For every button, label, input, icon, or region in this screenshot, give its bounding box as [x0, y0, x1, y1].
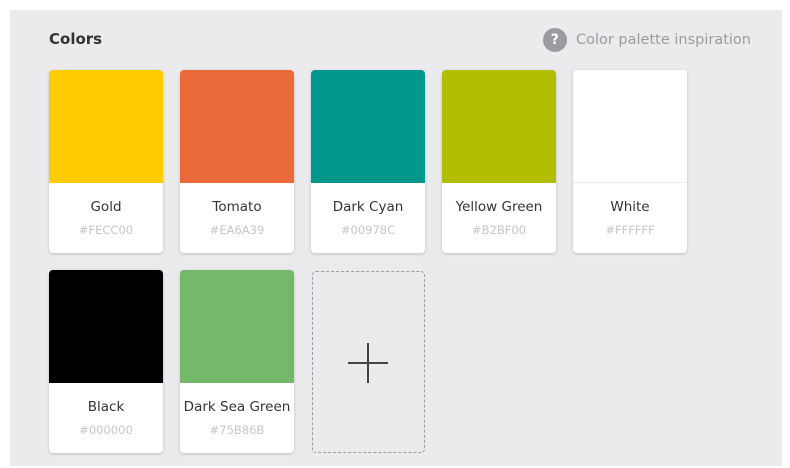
color-name: Gold [90, 199, 122, 215]
color-swatch [311, 70, 425, 183]
add-color-button[interactable] [312, 271, 425, 453]
color-hex: #FFFFFF [605, 223, 655, 237]
section-title: Colors [49, 30, 103, 48]
inspiration-label: Color palette inspiration [575, 32, 751, 48]
plus-icon [348, 343, 388, 383]
color-card-dark-cyan[interactable]: Dark Cyan #00978C [311, 70, 425, 253]
color-hex: #75B86B [209, 423, 265, 437]
color-name: Dark Sea Green [183, 399, 291, 415]
color-swatch [180, 70, 294, 183]
color-card-yellow-green[interactable]: Yellow Green #B2BF00 [442, 70, 556, 253]
color-hex: #B2BF00 [472, 223, 526, 237]
color-swatch [49, 70, 163, 183]
color-name: Yellow Green [455, 199, 543, 215]
color-card-dark-sea-green[interactable]: Dark Sea Green #75B86B [180, 270, 294, 453]
color-hex: #FECC00 [78, 223, 134, 237]
color-palette-inspiration-link[interactable]: ? Color palette inspiration [542, 28, 751, 52]
color-swatch [180, 270, 294, 383]
color-swatch [573, 70, 687, 183]
color-hex: #000000 [79, 423, 133, 437]
color-name: White [610, 199, 650, 215]
color-hex: #00978C [340, 223, 396, 237]
colors-panel: Colors ? Color palette inspiration Gold … [10, 10, 782, 466]
color-name: Dark Cyan [332, 199, 404, 215]
color-card-black[interactable]: Black #000000 [49, 270, 163, 453]
color-hex: #EA6A39 [209, 223, 265, 237]
color-card-white[interactable]: White #FFFFFF [573, 70, 687, 253]
color-name: Tomato [212, 199, 262, 215]
color-card-tomato[interactable]: Tomato #EA6A39 [180, 70, 294, 253]
color-name: Black [87, 399, 125, 415]
color-swatch [442, 70, 556, 183]
color-card-gold[interactable]: Gold #FECC00 [49, 70, 163, 253]
color-swatch [49, 270, 163, 383]
help-icon: ? [542, 28, 567, 52]
